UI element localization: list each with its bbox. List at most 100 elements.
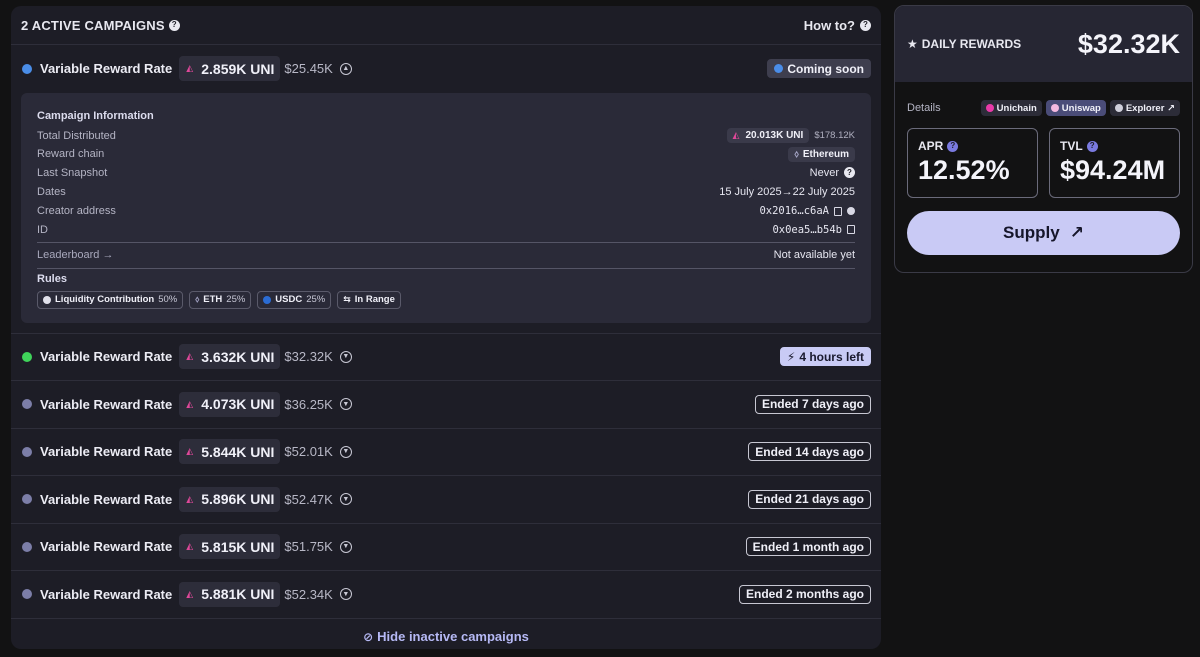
campaign-row[interactable]: Variable Reward Rate ◭ 5.896K UNI $52.47… [11, 476, 881, 524]
campaigns-header: 2 ACTIVE CAMPAIGNS ? How to? ? [11, 6, 881, 45]
status-dot [22, 541, 32, 552]
stats-row: APR ? 12.52% TVL ? $94.24M [895, 128, 1192, 198]
campaign-row[interactable]: Variable Reward Rate ◭ 5.881K UNI $52.34… [11, 571, 881, 619]
reward-amount-pill: ◭ 5.896K UNI [179, 486, 281, 512]
daily-rewards-value: $32.32K [1077, 28, 1180, 59]
unichain-chip[interactable]: Unichain [980, 100, 1042, 116]
uni-token-icon: ◭ [186, 63, 194, 74]
info-row-leaderboard: Leaderboard → Not available yet [37, 246, 855, 265]
ethereum-icon: ⬨ [794, 148, 799, 160]
uni-token-icon: ◭ [186, 541, 194, 552]
how-to-label: How to? [803, 17, 855, 33]
campaign-row[interactable]: Variable Reward Rate ◭ 4.073K UNI $36.25… [11, 381, 881, 429]
campaigns-panel: 2 ACTIVE CAMPAIGNS ? How to? ? Variable … [11, 6, 881, 649]
campaign-expanded: Variable Reward Rate ◭ 2.859K UNI $25.45… [11, 45, 881, 334]
rule-pct: 50% [158, 294, 178, 305]
chevron-down-icon[interactable]: ▼ [339, 588, 352, 601]
explorer-icon [1114, 104, 1123, 112]
eye-off-icon: ⊘ [363, 629, 374, 644]
chevron-down-icon[interactable]: ▼ [339, 445, 352, 458]
copy-icon[interactable] [847, 225, 855, 235]
reward-usd: $25.45K [284, 61, 333, 77]
rules-title: Rules [37, 272, 67, 285]
status-dot [22, 351, 32, 362]
explorer-chip[interactable]: Explorer ↗ [1109, 100, 1180, 116]
help-icon[interactable]: ? [168, 19, 180, 31]
unichain-icon [985, 104, 994, 112]
rule-name: Liquidity Contribution [55, 294, 155, 305]
tvl-label: TVL [1060, 139, 1083, 153]
uniswap-icon [1050, 104, 1059, 112]
help-icon[interactable]: ? [844, 167, 855, 179]
reward-amount-pill: ◭ 5.844K UNI [179, 439, 281, 465]
reward-amount: 5.844K UNI [201, 443, 275, 460]
status-dot [22, 399, 32, 410]
reward-amount: 3.632K UNI [201, 348, 275, 365]
arrow-up-right-icon: ↗ [1069, 223, 1084, 242]
lightning-icon: ⚡ [786, 349, 796, 364]
uniswap-chip[interactable]: Uniswap [1045, 100, 1106, 116]
campaigns-title: 2 ACTIVE CAMPAIGNS ? [21, 18, 180, 33]
info-title: Campaign Information [37, 109, 154, 122]
help-icon[interactable]: ? [1086, 140, 1098, 152]
reward-amount-pill: ◭ 4.073K UNI [179, 391, 281, 417]
uni-token-icon: ◭ [186, 351, 194, 362]
snapshot-value: Never [809, 166, 839, 179]
chevron-down-icon[interactable]: ▼ [339, 350, 352, 363]
tvl-value: $94.24M [1060, 155, 1166, 185]
rule-chip: ⬨ ETH 25% [189, 290, 252, 309]
reward-amount: 5.881K UNI [201, 586, 275, 603]
campaign-label: Variable Reward Rate [40, 586, 173, 602]
info-row-creator: Creator address 0x2016…c6aA [37, 202, 855, 221]
reward-usd: $32.32K [284, 349, 333, 365]
campaign-row[interactable]: Variable Reward Rate ◭ 2.859K UNI $25.45… [11, 45, 881, 93]
campaign-label: Variable Reward Rate [40, 444, 173, 460]
campaign-label: Variable Reward Rate [40, 539, 173, 555]
info-label: Reward chain [37, 148, 105, 161]
apr-label: APR [918, 139, 944, 153]
rule-chip: ⇆ In Range [337, 290, 401, 309]
info-row-snapshot: Last Snapshot Never ? [37, 164, 855, 183]
leaderboard-link[interactable]: Leaderboard → [37, 249, 113, 261]
campaign-row[interactable]: Variable Reward Rate ◭ 5.815K UNI $51.75… [11, 524, 881, 571]
reward-amount: 5.896K UNI [201, 491, 275, 508]
uni-token-icon: ◭ [186, 588, 194, 599]
eth-icon: ⬨ [195, 294, 200, 304]
status-badge: Ended 2 months ago [738, 584, 871, 604]
tvl-card: TVL ? $94.24M [1049, 128, 1180, 198]
hide-inactive-label: Hide inactive campaigns [377, 629, 529, 644]
campaigns-title-text: 2 ACTIVE CAMPAIGNS [21, 17, 165, 33]
hide-inactive-button[interactable]: ⊘ Hide inactive campaigns [11, 619, 881, 650]
reward-amount: 4.073K UNI [201, 396, 275, 413]
reward-usd: $36.25K [284, 396, 333, 412]
droplet-icon [43, 295, 51, 304]
info-label: Last Snapshot [37, 166, 108, 179]
chevron-up-icon[interactable]: ▲ [339, 62, 352, 75]
status-text: Coming soon [787, 61, 864, 76]
rule-pct: 25% [306, 294, 326, 305]
reward-amount: 5.815K UNI [201, 538, 275, 555]
uni-token-icon: ◭ [732, 130, 740, 141]
divider [37, 242, 855, 243]
reward-amount-pill: ◭ 3.632K UNI [179, 344, 281, 370]
how-to-link[interactable]: How to? ? [804, 18, 871, 33]
info-row-dates: Dates 15 July 2025→22 July 2025 [37, 182, 855, 202]
help-icon[interactable]: ? [947, 140, 959, 152]
info-label: ID [37, 223, 48, 236]
status-dot [22, 494, 32, 505]
uni-token-icon: ◭ [186, 398, 194, 409]
chevron-down-icon[interactable]: ▼ [339, 493, 352, 506]
copy-icon[interactable] [834, 206, 842, 216]
info-row-chain: Reward chain ⬨ Ethereum [37, 145, 855, 164]
rule-chip: USDC 25% [257, 290, 332, 309]
globe-icon[interactable] [847, 207, 855, 216]
chip-label: Explorer ↗ [1125, 102, 1175, 114]
chevron-down-icon[interactable]: ▼ [339, 398, 352, 411]
chip-label: Unichain [996, 102, 1037, 114]
supply-button[interactable]: Supply ↗ [907, 211, 1180, 255]
chain-pill: ⬨ Ethereum [788, 146, 855, 162]
campaign-row[interactable]: Variable Reward Rate ◭ 3.632K UNI $32.32… [11, 334, 881, 381]
chevron-down-icon[interactable]: ▼ [339, 540, 352, 553]
campaign-row[interactable]: Variable Reward Rate ◭ 5.844K UNI $52.01… [11, 429, 881, 476]
info-row-id: ID 0x0ea5…b54b [37, 221, 855, 240]
